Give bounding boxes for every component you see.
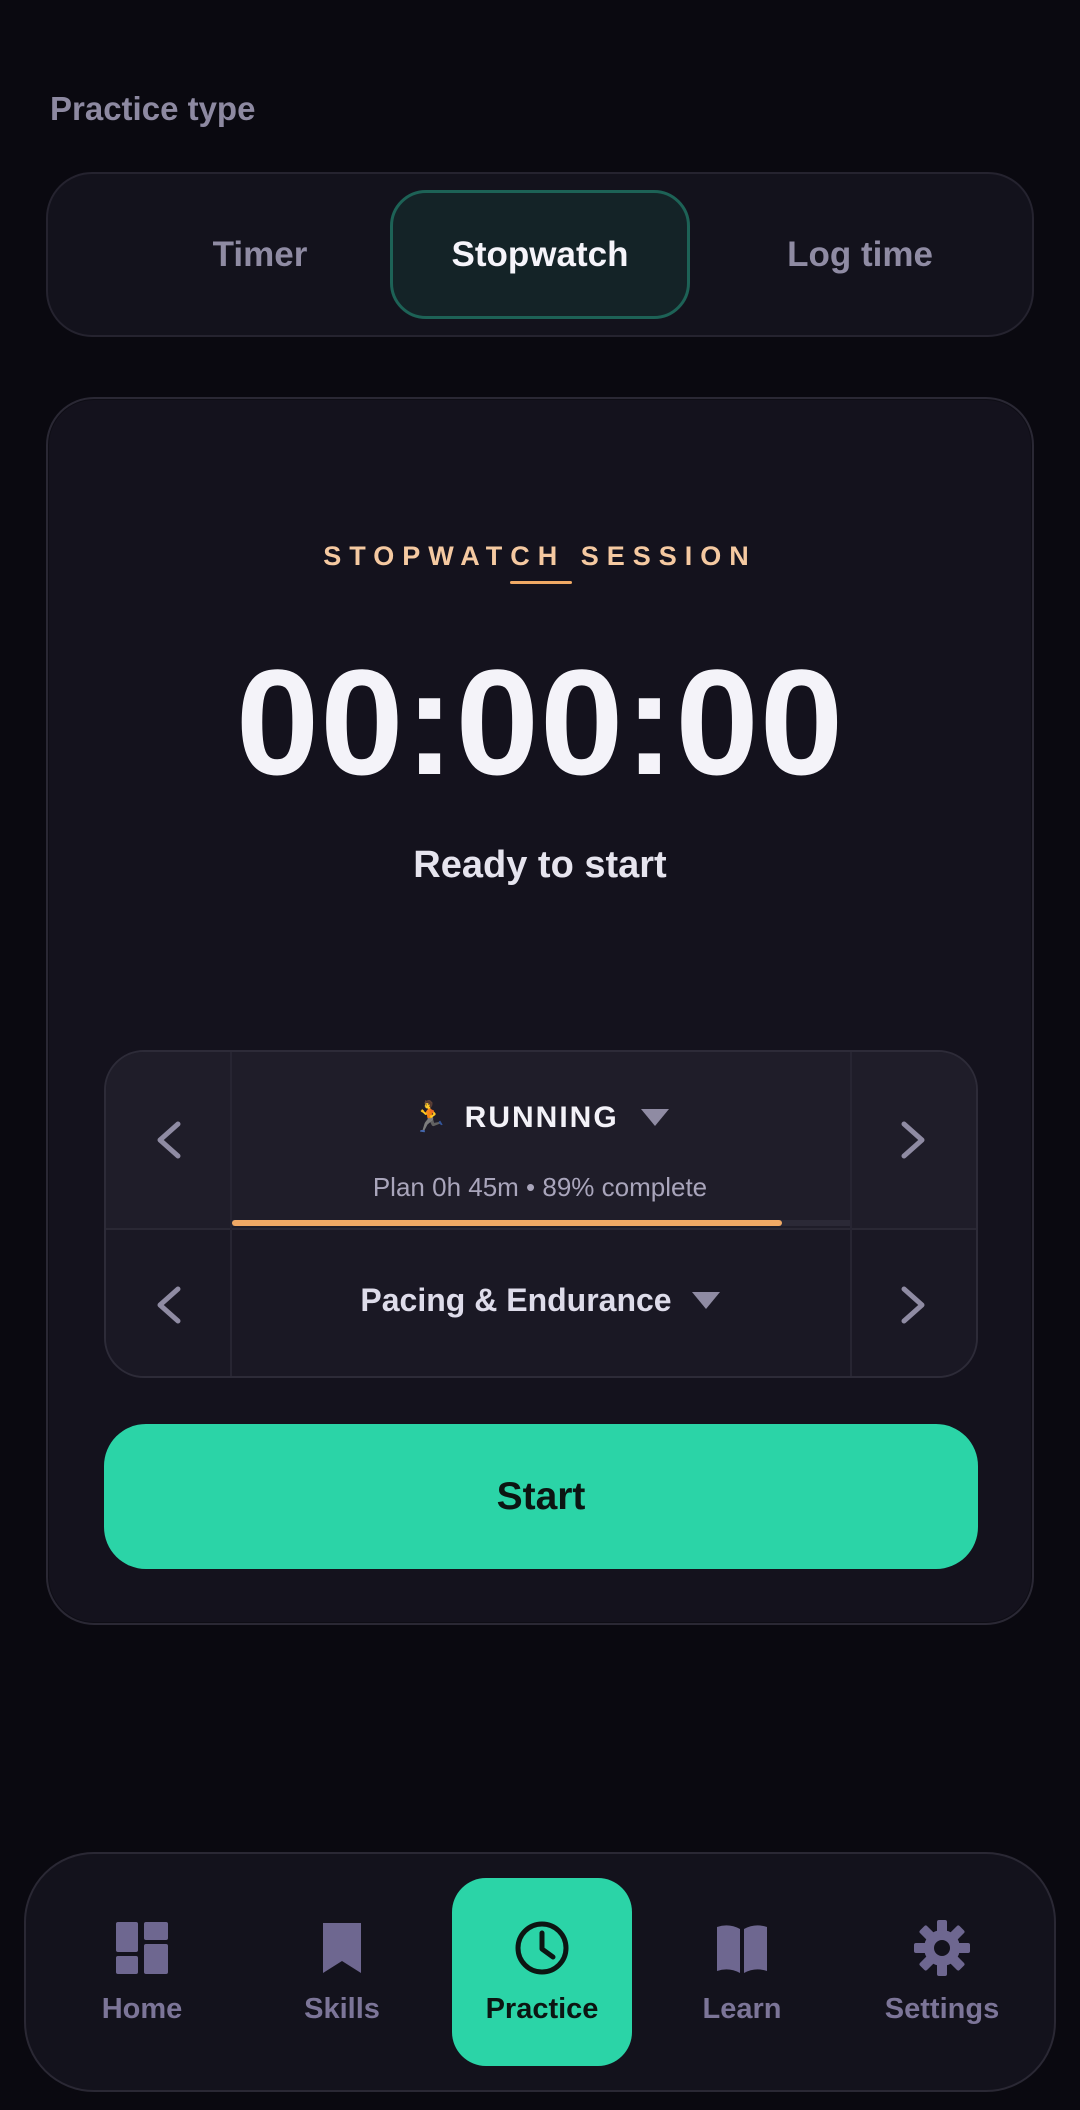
session-label: STOPWATCH SESSION [323, 541, 757, 571]
running-icon: 🏃 [411, 1101, 451, 1134]
next-activity-button[interactable] [852, 1052, 976, 1228]
tab-stopwatch[interactable]: Stopwatch [390, 190, 690, 319]
gear-icon [914, 1919, 970, 1976]
chevron-left-icon [157, 1286, 181, 1324]
session-status: Ready to start [413, 844, 667, 886]
activity-skill-selector: 🏃 RUNNING Plan 0h 45m • 89% complete Pac… [104, 1050, 978, 1378]
nav-skills-label: Skills [304, 1992, 380, 2025]
plan-progress-fill [232, 1220, 783, 1226]
next-skill-button[interactable] [852, 1230, 976, 1376]
nav-home-label: Home [101, 1992, 183, 2025]
bookmark-icon [323, 1922, 361, 1973]
skill-dropdown[interactable]: Pacing & Endurance [230, 1282, 850, 1319]
activity-name: RUNNING [464, 1100, 619, 1134]
nav-practice[interactable]: Practice [452, 1878, 632, 2066]
plan-progress-bar [232, 1220, 850, 1226]
chevron-left-icon [157, 1121, 181, 1159]
selector-divider [106, 1228, 976, 1230]
activity-dropdown[interactable]: 🏃 RUNNING [230, 1100, 850, 1135]
book-icon [717, 1924, 767, 1973]
nav-practice-label: Practice [485, 1992, 599, 2025]
start-button[interactable]: Start [104, 1424, 978, 1569]
caret-down-icon [640, 1109, 669, 1126]
chevron-right-icon [901, 1121, 925, 1159]
bottom-navigation: Home Skills Practice Learn Settings [24, 1852, 1056, 2092]
plan-progress-text: Plan 0h 45m • 89% complete [372, 1172, 708, 1202]
caret-down-icon [691, 1292, 720, 1309]
session-card: STOPWATCH SESSION 00:00:00 Ready to star… [46, 397, 1034, 1625]
nav-learn-label: Learn [702, 1992, 782, 2025]
chevron-right-icon [901, 1286, 925, 1324]
stopwatch-display: 00:00:00 [235, 638, 845, 806]
nav-home[interactable]: Home [52, 1878, 232, 2066]
previous-activity-button[interactable] [106, 1052, 230, 1228]
dashboard-icon [116, 1921, 168, 1974]
nav-learn[interactable]: Learn [652, 1878, 832, 2066]
skill-name: Pacing & Endurance [360, 1282, 672, 1318]
nav-settings-label: Settings [884, 1992, 1000, 2025]
clock-icon [515, 1921, 569, 1974]
session-label-underline [510, 581, 572, 584]
practice-type-segmented-control: Timer Stopwatch Log time [46, 172, 1034, 337]
nav-skills[interactable]: Skills [252, 1878, 432, 2066]
practice-type-label: Practice type [50, 90, 256, 127]
tab-timer[interactable]: Timer [110, 190, 410, 319]
nav-settings[interactable]: Settings [852, 1878, 1032, 2066]
previous-skill-button[interactable] [106, 1230, 230, 1376]
tab-log-time[interactable]: Log time [710, 190, 1010, 319]
